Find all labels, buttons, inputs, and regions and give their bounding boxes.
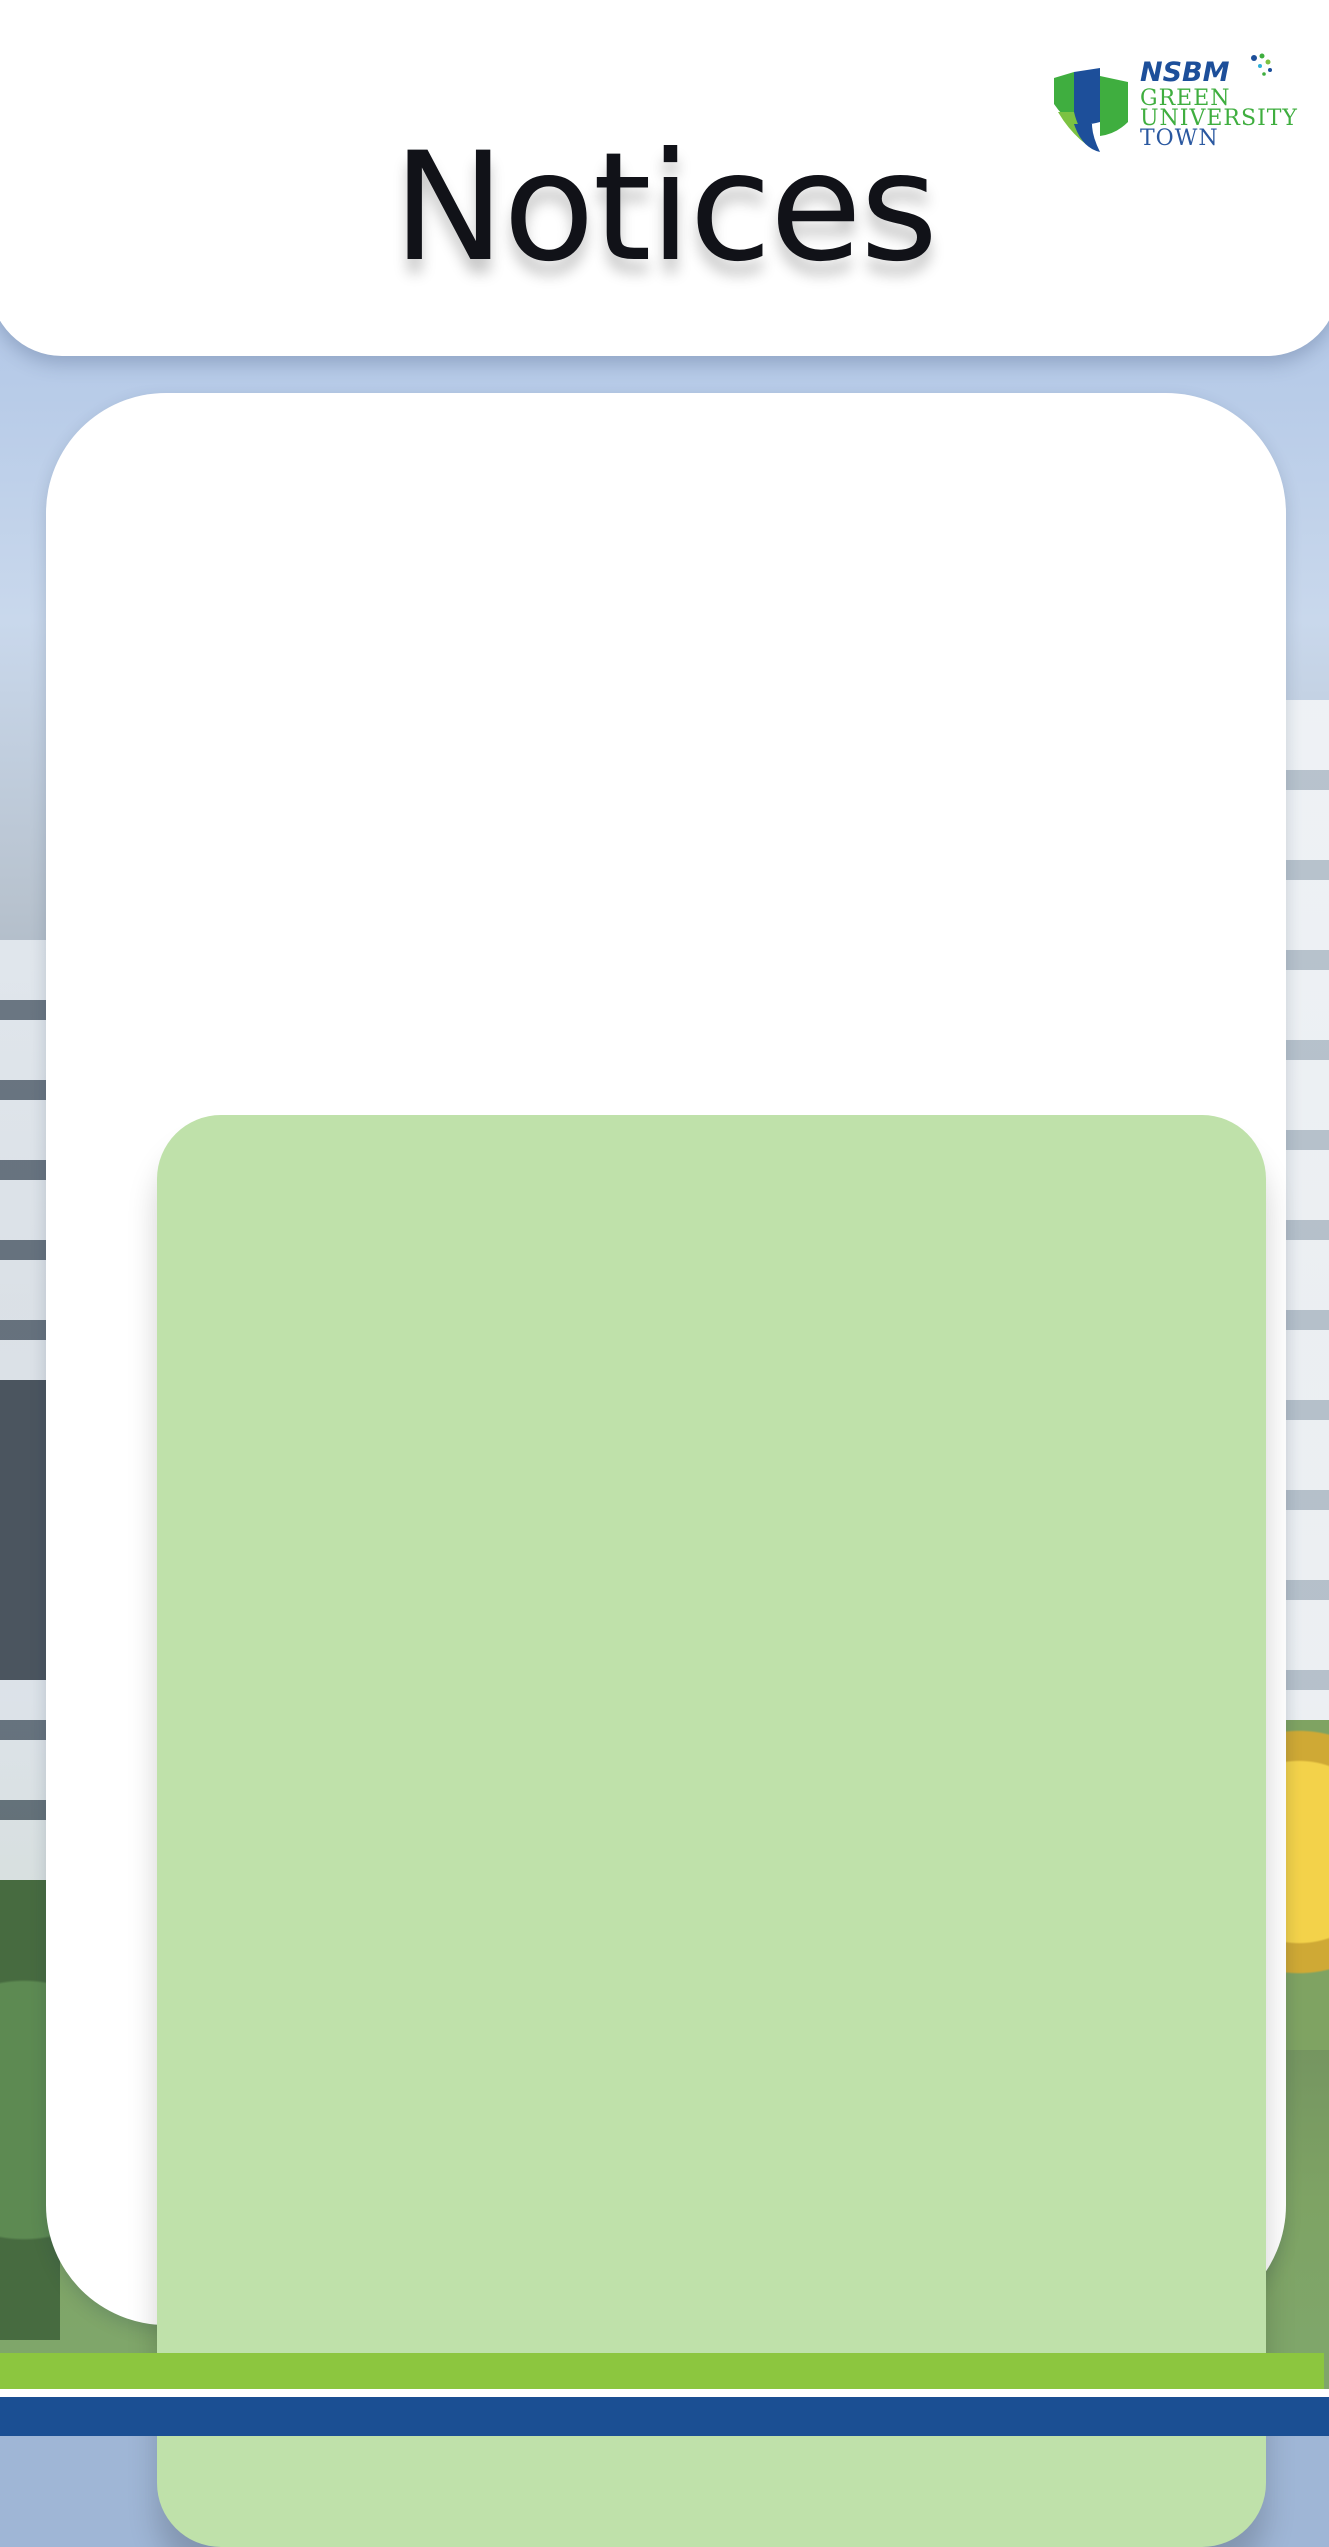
nsbm-shield-logo-icon [1054,68,1128,152]
footer-stripe-blue [0,2397,1329,2436]
logo-line-town: TOWN [1140,126,1219,151]
footer-stripe-green [0,2353,1324,2389]
logo-brand-text: NSBM [1140,57,1230,88]
notice-board-panel[interactable] [157,1115,1266,2547]
notices-card [46,393,1286,2547]
logo-sparkle-icon [1251,53,1272,76]
nsbm-logo: NSBM GREEN UNIVERSITY TOWN [1052,50,1297,160]
footer-stripe-divider [0,2389,1329,2397]
